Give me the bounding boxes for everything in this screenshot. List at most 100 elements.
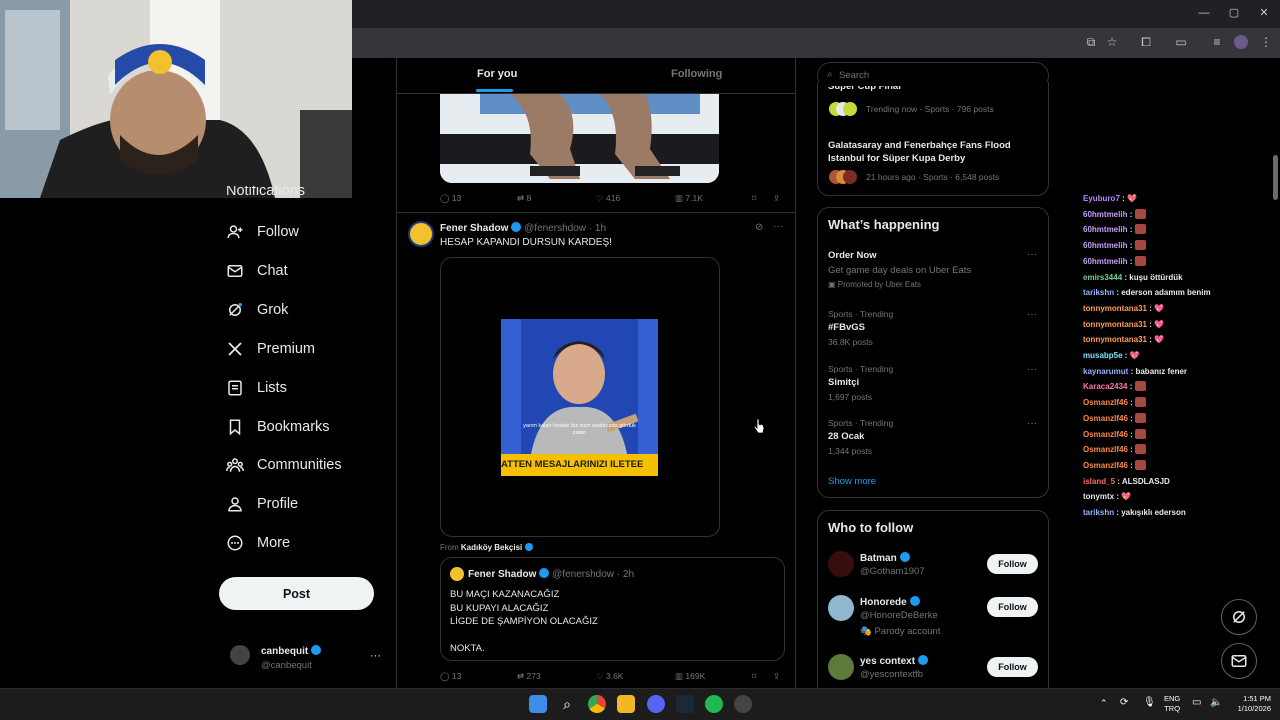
trend-title[interactable]: #FBvGS xyxy=(828,322,865,333)
microphone-icon[interactable]: 🎙 xyxy=(1143,697,1156,708)
app-icon[interactable] xyxy=(734,695,752,713)
chat-username[interactable]: tarikshn xyxy=(1083,288,1114,297)
profile-avatar[interactable] xyxy=(1234,35,1248,49)
nav-item-follow[interactable]: Follow xyxy=(226,219,299,245)
network-icon[interactable]: ▭ xyxy=(1192,697,1201,708)
install-app-icon[interactable]: ⧉ xyxy=(1084,35,1098,49)
chat-username[interactable]: emirs3444 xyxy=(1083,273,1122,282)
chat-username[interactable]: tonymtx xyxy=(1083,492,1114,501)
like-button[interactable]: ♡ 416 xyxy=(596,193,620,204)
nav-item-chat[interactable]: Chat xyxy=(226,258,288,284)
spotify-icon[interactable] xyxy=(705,695,723,713)
tweet2-video[interactable]: yarım kalan hesabı biz sizin stadınızda … xyxy=(440,257,720,537)
reply-button[interactable]: ◯ 13 xyxy=(440,193,461,204)
wtf-avatar[interactable] xyxy=(828,595,854,621)
chat-username[interactable]: 60hmtmelih xyxy=(1083,257,1127,266)
post-button[interactable]: Post xyxy=(219,577,374,610)
chat-username[interactable]: tonnymontana31 xyxy=(1083,304,1147,313)
promo-more-icon[interactable]: ··· xyxy=(1027,249,1037,260)
trend-title[interactable]: 28 Ocak xyxy=(828,431,864,442)
trend-more-icon[interactable]: ··· xyxy=(1027,418,1037,429)
chat-username[interactable]: Osmanzlf46 xyxy=(1083,461,1128,470)
promo-title[interactable]: Order Now xyxy=(828,250,877,261)
chat-username[interactable]: tonnymontana31 xyxy=(1083,320,1147,329)
chat-username[interactable]: Eyuburo7 xyxy=(1083,194,1120,203)
news-partial-title[interactable]: Süper Cup Final xyxy=(828,86,1038,93)
nav-item-more[interactable]: More xyxy=(226,530,290,556)
steam-icon[interactable] xyxy=(676,695,694,713)
tab-for-you[interactable]: For you xyxy=(477,68,517,80)
nav-item-profile[interactable]: Profile xyxy=(226,491,298,517)
show-more-link[interactable]: Show more xyxy=(828,476,876,487)
maximize-icon[interactable]: ▢ xyxy=(1226,6,1242,20)
minimize-icon[interactable]: — xyxy=(1196,6,1212,20)
follow-button[interactable]: Follow xyxy=(987,657,1038,677)
chat-username[interactable]: Osmanzlf46 xyxy=(1083,414,1128,423)
tweet1-media[interactable] xyxy=(440,94,719,183)
share-button[interactable]: ⇪ xyxy=(773,671,780,682)
nav-item-premium[interactable]: Premium xyxy=(226,336,315,362)
scrollbar-thumb[interactable] xyxy=(1273,155,1278,200)
tray-chevron-icon[interactable]: ⌃ xyxy=(1100,698,1108,709)
tweet2-avatar[interactable] xyxy=(408,221,434,247)
tweet2-time[interactable]: · 1h xyxy=(589,223,606,234)
trend-more-icon[interactable]: ··· xyxy=(1027,364,1037,375)
views-button[interactable]: ▥ 169K xyxy=(675,671,705,682)
chat-username[interactable]: 60hmtmelih xyxy=(1083,241,1127,250)
chat-username[interactable]: musabp5e xyxy=(1083,351,1123,360)
close-icon[interactable]: ✕ xyxy=(1256,6,1272,20)
messages-fab[interactable] xyxy=(1221,643,1257,679)
wtf-avatar[interactable] xyxy=(828,551,854,577)
nav-item-communities[interactable]: Communities xyxy=(226,452,342,478)
star-icon[interactable]: ☆ xyxy=(1105,35,1119,49)
chat-username[interactable]: Osmanzlf46 xyxy=(1083,398,1128,407)
start-button[interactable] xyxy=(529,695,547,713)
chat-username[interactable]: Karaca2434 xyxy=(1083,382,1127,391)
tray-sync-icon[interactable]: ⟳ xyxy=(1120,697,1128,708)
file-explorer-icon[interactable] xyxy=(617,695,635,713)
follow-button[interactable]: Follow xyxy=(987,554,1038,574)
account-more-icon[interactable]: ··· xyxy=(370,650,381,662)
language-indicator[interactable]: ENG TRQ xyxy=(1164,694,1180,714)
grok-fab[interactable] xyxy=(1221,599,1257,635)
nav-item-grok[interactable]: Grok xyxy=(226,297,288,323)
tab-following[interactable]: Following xyxy=(671,68,722,80)
chat-username[interactable]: Osmanzlf46 xyxy=(1083,430,1128,439)
like-button[interactable]: ♡ 3.6K xyxy=(596,671,623,682)
share-button[interactable]: ⇪ xyxy=(773,193,780,204)
quote-tweet[interactable]: Fener Shadow @fenershdow · 2h BU MAÇI KA… xyxy=(440,557,785,661)
clock[interactable]: 1:51 PM 1/10/2026 xyxy=(1225,694,1271,714)
search-icon[interactable]: ⌕ xyxy=(558,695,576,713)
menu-icon[interactable]: ⋮ xyxy=(1259,35,1273,49)
volume-icon[interactable]: 🔈 xyxy=(1210,697,1222,708)
chrome-icon[interactable] xyxy=(588,695,606,713)
extensions-icon[interactable]: ⧠ xyxy=(1139,35,1153,49)
reply-button[interactable]: ◯ 13 xyxy=(440,671,461,682)
tweet-more-icon[interactable]: ··· xyxy=(773,221,783,232)
chat-username[interactable]: tonnymontana31 xyxy=(1083,335,1147,344)
chat-username[interactable]: island_5 xyxy=(1083,477,1115,486)
wtf-name-row[interactable]: yes context xyxy=(860,655,929,667)
scrollbar[interactable] xyxy=(1272,58,1280,688)
chat-username[interactable]: 60hmtmelih xyxy=(1083,225,1127,234)
bookmark-button[interactable]: ⌑ xyxy=(752,671,756,682)
nav-item-bookmarks[interactable]: Bookmarks xyxy=(226,414,330,440)
chat-username[interactable]: Osmanzlf46 xyxy=(1083,445,1128,454)
trend-more-icon[interactable]: ··· xyxy=(1027,309,1037,320)
nav-notifications-partial[interactable]: Notifications xyxy=(226,186,305,200)
split-view-icon[interactable]: ▭ xyxy=(1174,35,1188,49)
news-second-title[interactable]: Galatasaray and Fenerbahçe Fans Flood Is… xyxy=(828,139,1038,165)
tweet2-name[interactable]: Fener Shadow xyxy=(440,223,508,234)
trend-title[interactable]: Simitçi xyxy=(828,377,859,388)
repost-button[interactable]: ⇄ 273 xyxy=(517,671,541,682)
chat-username[interactable]: 60hmtmelih xyxy=(1083,210,1127,219)
chat-username[interactable]: kaynarumut xyxy=(1083,367,1128,376)
tweet2-handle[interactable]: @fenershdow xyxy=(524,223,586,234)
grok-explain-icon[interactable]: ⊘ xyxy=(755,222,763,233)
account-name-row[interactable]: canbequit xyxy=(261,645,322,657)
reading-list-icon[interactable]: ≡ xyxy=(1210,35,1224,49)
wtf-name-row[interactable]: Batman xyxy=(860,552,910,564)
wtf-avatar[interactable] xyxy=(828,654,854,680)
views-button[interactable]: ▥ 7.1K xyxy=(675,193,703,204)
wtf-name-row[interactable]: Honorede xyxy=(860,596,920,608)
